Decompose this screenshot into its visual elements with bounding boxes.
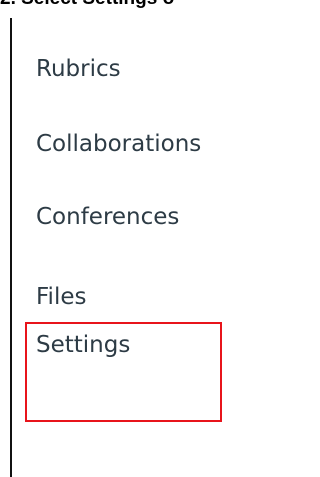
nav-item-files[interactable]: Files [36,283,86,311]
step-instruction-heading: 2. Select Settings o [0,0,174,11]
nav-item-collaborations[interactable]: Collaborations [36,130,201,158]
course-nav-panel-border [0,18,12,477]
settings-highlight-box [25,322,222,422]
nav-item-conferences[interactable]: Conferences [36,203,179,231]
nav-item-rubrics[interactable]: Rubrics [36,55,121,83]
